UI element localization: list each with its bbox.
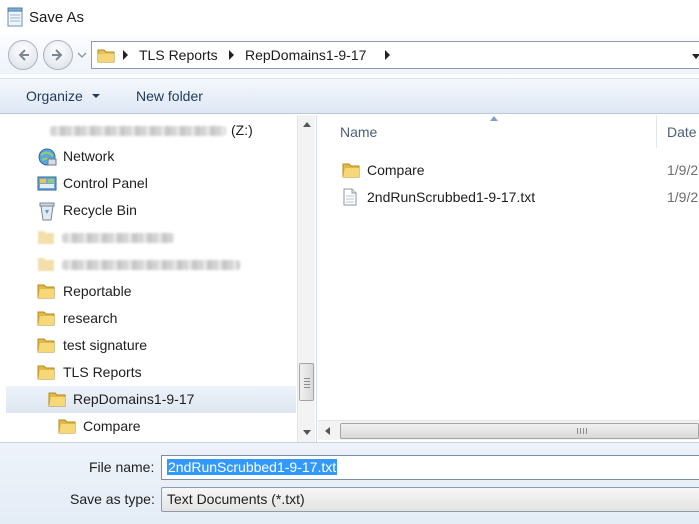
blurred-text xyxy=(50,126,226,136)
scrollbar-thumb[interactable] xyxy=(299,363,314,401)
file-name: Compare xyxy=(367,162,425,178)
tree-item-label: TLS Reports xyxy=(63,364,142,380)
file-name-selected-text: 2ndRunScrubbed1-9-17.txt xyxy=(167,459,338,475)
blurred-text xyxy=(62,260,240,270)
address-bar[interactable]: TLS Reports RepDomains1-9-17 xyxy=(91,41,699,69)
file-list: Name Date Compare 1/9/2 2ndRunScrubbed1-… xyxy=(318,115,699,442)
title-bar: Save As xyxy=(0,0,699,36)
scroll-up-arrow-icon[interactable] xyxy=(303,122,311,127)
column-divider[interactable] xyxy=(656,115,657,148)
grip-line xyxy=(577,428,578,434)
recent-pages-dropdown-icon[interactable] xyxy=(77,50,87,60)
folder-icon xyxy=(37,311,55,326)
text-file-icon xyxy=(343,188,357,206)
grip-line xyxy=(583,428,584,434)
grip-line xyxy=(586,428,587,434)
folder-icon xyxy=(37,284,55,299)
recycle-bin-icon xyxy=(39,202,55,221)
breadcrumb-repdomains[interactable]: RepDomains1-9-17 xyxy=(245,47,366,63)
control-panel-icon xyxy=(37,176,57,191)
organize-button[interactable]: Organize xyxy=(26,88,83,104)
sort-ascending-icon xyxy=(490,116,498,121)
tree-item-network[interactable]: Network xyxy=(0,143,290,170)
grip-line xyxy=(304,378,310,379)
tree-item-label: Compare xyxy=(83,418,141,434)
breadcrumb-tls-reports[interactable]: TLS Reports xyxy=(139,47,218,63)
folder-open-icon xyxy=(37,365,55,380)
grip-line xyxy=(304,381,310,382)
column-headers: Name Date xyxy=(318,115,699,148)
column-header-date[interactable]: Date xyxy=(667,124,697,140)
save-as-type-select[interactable]: Text Documents (*.txt) xyxy=(161,487,699,512)
file-date: 1/9/2 xyxy=(667,162,699,178)
forward-button[interactable] xyxy=(43,40,73,70)
scroll-down-arrow-icon[interactable] xyxy=(303,430,311,435)
folder-icon xyxy=(38,258,54,271)
tree-item-label: research xyxy=(63,310,118,326)
folder-icon xyxy=(38,231,54,244)
breadcrumb-chevron-icon[interactable] xyxy=(384,50,392,60)
tree-item-test-signature[interactable]: test signature xyxy=(0,332,290,359)
breadcrumb-chevron-icon[interactable] xyxy=(122,50,130,60)
file-date: 1/9/2 xyxy=(667,189,699,205)
tree-item-label: RepDomains1-9-17 xyxy=(73,391,195,407)
grip-line xyxy=(304,384,310,385)
folder-icon xyxy=(342,163,360,178)
organize-dropdown-icon[interactable] xyxy=(92,94,100,98)
tree-item-label: Network xyxy=(63,148,115,164)
grip-line xyxy=(580,428,581,434)
navigation-pane: (Z:) Network Control Panel Recycle Bin R… xyxy=(0,115,317,442)
grip-line xyxy=(304,387,310,388)
scroll-left-arrow-icon[interactable] xyxy=(325,427,330,435)
breadcrumb-chevron-icon[interactable] xyxy=(228,50,236,60)
tree-item-label: Reportable xyxy=(63,283,132,299)
folder-open-icon xyxy=(48,392,66,407)
back-button[interactable] xyxy=(8,40,38,70)
tree-item-redacted-folder[interactable] xyxy=(0,224,290,251)
tree-item-control-panel[interactable]: Control Panel xyxy=(0,170,290,197)
forward-arrow-icon xyxy=(52,49,63,61)
tree-item-label: (Z:) xyxy=(231,122,253,138)
tree-item-network-drive[interactable]: (Z:) xyxy=(0,117,290,144)
tree-item-tls-reports[interactable]: TLS Reports xyxy=(0,359,290,386)
file-list-horizontal-scrollbar[interactable] xyxy=(318,420,699,440)
tree-item-label: test signature xyxy=(63,337,148,353)
window-title: Save As xyxy=(29,9,85,26)
address-history-dropdown-icon[interactable] xyxy=(692,52,699,62)
column-header-name[interactable]: Name xyxy=(340,124,377,140)
save-form: File name: 2ndRunScrubbed1-9-17.txt Save… xyxy=(0,442,699,524)
folder-icon xyxy=(97,49,115,63)
tree-item-label: Control Panel xyxy=(63,175,148,191)
navigation-pane-scrollbar[interactable] xyxy=(297,115,315,442)
tree-item-research[interactable]: research xyxy=(0,305,290,332)
new-folder-button[interactable]: New folder xyxy=(136,88,203,104)
list-item[interactable]: Compare 1/9/2 xyxy=(318,157,699,184)
tree-item-reportable[interactable]: Reportable xyxy=(0,278,290,305)
folder-icon xyxy=(58,419,76,434)
save-as-type-value: Text Documents (*.txt) xyxy=(167,491,305,507)
network-icon xyxy=(38,148,57,166)
tree-item-redacted-folder[interactable] xyxy=(0,251,290,278)
save-as-type-label: Save as type: xyxy=(70,491,155,507)
folder-icon xyxy=(37,338,55,353)
file-name-label: File name: xyxy=(89,459,155,475)
file-name-field[interactable]: 2ndRunScrubbed1-9-17.txt xyxy=(161,455,699,480)
tree-item-compare[interactable]: Compare xyxy=(0,413,290,440)
scrollbar-thumb[interactable] xyxy=(340,423,699,439)
file-name: 2ndRunScrubbed1-9-17.txt xyxy=(367,189,536,205)
navigation-bar: TLS Reports RepDomains1-9-17 xyxy=(0,36,699,74)
list-item[interactable]: 2ndRunScrubbed1-9-17.txt 1/9/2 xyxy=(318,184,699,211)
command-bar: Organize New folder xyxy=(0,78,699,114)
blurred-text xyxy=(62,233,174,243)
tree-item-repdomains[interactable]: RepDomains1-9-17 xyxy=(6,386,296,413)
tree-item-recycle-bin[interactable]: Recycle Bin xyxy=(0,197,290,224)
tree-item-label: Recycle Bin xyxy=(63,202,137,218)
notepad-icon xyxy=(7,7,23,27)
back-arrow-icon xyxy=(18,49,29,61)
